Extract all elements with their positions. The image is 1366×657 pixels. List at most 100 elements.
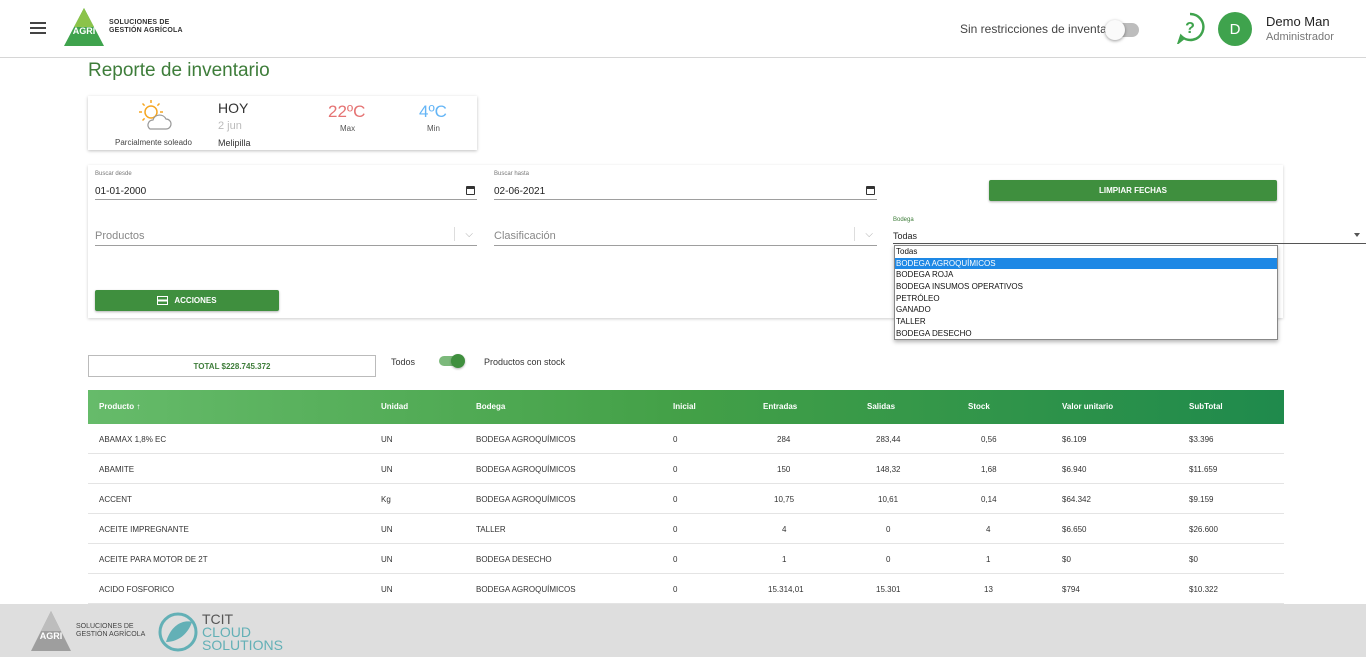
cell-bodega: BODEGA AGROQUÍMICOS bbox=[476, 435, 576, 444]
footer-agri-logo: AGRI SOLUCIONES DE GESTIÓN AGRÍCOLA bbox=[30, 610, 145, 652]
help-icon[interactable]: ? bbox=[1175, 12, 1205, 49]
cell-entradas: 150 bbox=[777, 465, 791, 474]
cell-valor-unitario: $6.109 bbox=[1062, 435, 1087, 444]
cell-entradas: 4 bbox=[782, 525, 787, 534]
min-label: Min bbox=[427, 124, 440, 133]
cell-subtotal: $9.159 bbox=[1189, 495, 1214, 504]
footer-brand-text: SOLUCIONES DE GESTIÓN AGRÍCOLA bbox=[76, 623, 146, 638]
cell-unidad: Kg bbox=[381, 495, 391, 504]
cell-stock: 1 bbox=[986, 555, 991, 564]
cell-inicial: 0 bbox=[673, 465, 678, 474]
cell-salidas: 0 bbox=[886, 525, 891, 534]
table-row[interactable]: ACCENT Kg BODEGA AGROQUÍMICOS 0 10,75 10… bbox=[88, 484, 1284, 514]
svg-text:?: ? bbox=[1185, 20, 1195, 37]
clear-dates-button[interactable]: LIMPIAR FECHAS bbox=[989, 180, 1277, 201]
column-header-valor-unitario[interactable]: Valor unitario bbox=[1062, 402, 1113, 411]
bodega-option[interactable]: BODEGA ROJA bbox=[895, 269, 1277, 281]
cell-salidas: 0 bbox=[886, 555, 891, 564]
bodega-select[interactable]: Todas bbox=[893, 228, 1366, 244]
weather-day: HOY bbox=[218, 100, 249, 116]
top-bar: AGRI SOLUCIONES DE GESTIÓN AGRÍCOLA Sin … bbox=[0, 0, 1366, 58]
dropdown-arrow-icon bbox=[1354, 233, 1360, 237]
table-row[interactable]: ABAMAX 1,8% EC UN BODEGA AGROQUÍMICOS 0 … bbox=[88, 424, 1284, 454]
bodega-option[interactable]: GANADO bbox=[895, 304, 1277, 316]
cell-valor-unitario: $64.342 bbox=[1062, 495, 1091, 504]
cell-stock: 0,56 bbox=[981, 435, 997, 444]
actions-button[interactable]: ACCIONES bbox=[95, 290, 279, 311]
footer: AGRI SOLUCIONES DE GESTIÓN AGRÍCOLA TCIT… bbox=[0, 604, 1366, 657]
user-role: Administrador bbox=[1266, 31, 1334, 43]
calendar-icon[interactable] bbox=[466, 186, 475, 195]
column-header-inicial[interactable]: Inicial bbox=[673, 402, 696, 411]
bodega-dropdown[interactable]: Todas BODEGA AGROQUÍMICOS BODEGA ROJA BO… bbox=[894, 245, 1278, 340]
column-header-bodega[interactable]: Bodega bbox=[476, 402, 505, 411]
cell-unidad: UN bbox=[381, 585, 393, 594]
cell-subtotal: $3.396 bbox=[1189, 435, 1214, 444]
table-header: Producto ↑ Unidad Bodega Inicial Entrada… bbox=[88, 390, 1284, 424]
table-row[interactable]: ACIDO FOSFORICO UN BODEGA AGROQUÍMICOS 0… bbox=[88, 574, 1284, 604]
cell-subtotal: $10.322 bbox=[1189, 585, 1218, 594]
stock-toggle[interactable] bbox=[439, 354, 465, 368]
tcit-logo: TCIT CLOUD SOLUTIONS bbox=[158, 612, 283, 652]
bodega-option[interactable]: Todas bbox=[895, 246, 1277, 258]
bodega-option-selected[interactable]: BODEGA AGROQUÍMICOS bbox=[895, 257, 1277, 270]
cell-salidas: 10,61 bbox=[878, 495, 899, 504]
column-header-producto[interactable]: Producto ↑ bbox=[99, 402, 140, 411]
cell-inicial: 0 bbox=[673, 555, 678, 564]
all-label: Todos bbox=[391, 357, 416, 367]
weather-date: 2 jun bbox=[218, 120, 242, 132]
agri-logo-icon: AGRI bbox=[31, 611, 71, 651]
calendar-icon[interactable] bbox=[866, 186, 875, 195]
cell-bodega: BODEGA AGROQUÍMICOS bbox=[476, 585, 576, 594]
total-box: TOTAL $228.745.372 bbox=[88, 355, 376, 377]
cell-salidas: 148,32 bbox=[876, 465, 901, 474]
menu-icon[interactable] bbox=[30, 22, 46, 34]
column-header-subtotal[interactable]: SubTotal bbox=[1189, 402, 1223, 411]
products-select[interactable]: Productos ⌵ bbox=[95, 227, 477, 246]
actions-icon bbox=[157, 296, 169, 305]
date-from-field[interactable]: Buscar desde 01-01-2000 bbox=[95, 171, 477, 200]
brand-logo[interactable]: AGRI SOLUCIONES DE GESTIÓN AGRÍCOLA bbox=[63, 7, 183, 47]
column-header-salidas[interactable]: Salidas bbox=[867, 402, 895, 411]
cell-producto: ACEITE PARA MOTOR DE 2T bbox=[99, 555, 208, 564]
inventory-toggle[interactable] bbox=[1105, 20, 1139, 40]
table-row[interactable]: ACEITE IMPREGNANTE UN TALLER 0 4 0 4 $6.… bbox=[88, 514, 1284, 544]
cell-entradas: 284 bbox=[777, 435, 791, 444]
table-row[interactable]: ACEITE PARA MOTOR DE 2T UN BODEGA DESECH… bbox=[88, 544, 1284, 574]
column-header-entradas[interactable]: Entradas bbox=[763, 402, 797, 411]
cell-unidad: UN bbox=[381, 525, 393, 534]
cell-valor-unitario: $0 bbox=[1062, 555, 1071, 564]
page-title: Reporte de inventario bbox=[88, 60, 270, 81]
cell-salidas: 15.301 bbox=[876, 585, 901, 594]
cell-producto: ACEITE IMPREGNANTE bbox=[99, 525, 189, 534]
bodega-option[interactable]: TALLER bbox=[895, 316, 1277, 328]
cell-valor-unitario: $6.650 bbox=[1062, 525, 1087, 534]
avatar[interactable]: D bbox=[1218, 12, 1252, 46]
bodega-label: Bodega bbox=[893, 217, 914, 223]
cell-valor-unitario: $794 bbox=[1062, 585, 1080, 594]
classification-select[interactable]: Clasificación ⌵ bbox=[494, 227, 877, 246]
cell-stock: 0,14 bbox=[981, 495, 997, 504]
table-row[interactable]: ABAMITE UN BODEGA AGROQUÍMICOS 0 150 148… bbox=[88, 454, 1284, 484]
bodega-option[interactable]: BODEGA INSUMOS OPERATIVOS bbox=[895, 281, 1277, 293]
tcit-leaf-icon bbox=[158, 612, 198, 652]
column-header-stock[interactable]: Stock bbox=[968, 402, 990, 411]
cell-inicial: 0 bbox=[673, 435, 678, 444]
sort-arrow-up-icon[interactable]: ↑ bbox=[136, 402, 140, 411]
date-to-field[interactable]: Buscar hasta 02-06-2021 bbox=[494, 171, 877, 200]
cell-unidad: UN bbox=[381, 555, 393, 564]
cell-producto: ACIDO FOSFORICO bbox=[99, 585, 175, 594]
user-name: Demo Man bbox=[1266, 14, 1330, 29]
cell-producto: ABAMAX 1,8% EC bbox=[99, 435, 167, 444]
weather-card: Parcialmente soleado HOY 2 jun Melipilla… bbox=[88, 96, 477, 150]
bodega-option[interactable]: PETRÓLEO bbox=[895, 293, 1277, 305]
bodega-option[interactable]: BODEGA DESECHO bbox=[895, 328, 1277, 340]
max-label: Max bbox=[340, 124, 356, 133]
partly-sunny-icon bbox=[139, 100, 172, 130]
column-header-unidad[interactable]: Unidad bbox=[381, 402, 408, 411]
cell-entradas: 15.314,01 bbox=[768, 585, 804, 594]
cell-producto: ACCENT bbox=[99, 495, 132, 504]
cell-subtotal: $0 bbox=[1189, 555, 1198, 564]
chevron-down-icon: ⌵ bbox=[865, 229, 873, 240]
cell-bodega: BODEGA AGROQUÍMICOS bbox=[476, 495, 576, 504]
